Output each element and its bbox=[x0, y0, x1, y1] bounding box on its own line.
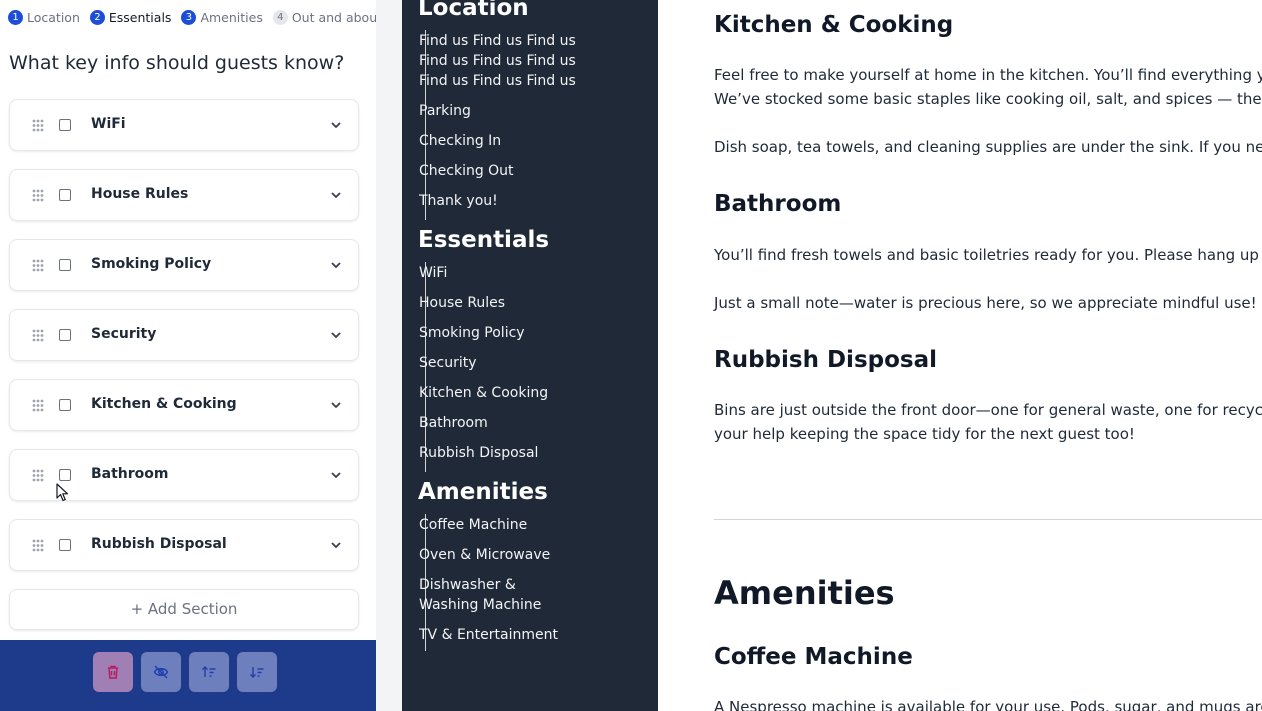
page-question: What key info should guests know? bbox=[9, 52, 345, 74]
section-title: House Rules bbox=[91, 186, 189, 202]
chevron-down-icon[interactable] bbox=[330, 469, 342, 481]
sort-ascending-button[interactable] bbox=[189, 652, 229, 692]
hide-button[interactable] bbox=[141, 652, 181, 692]
step-number: 2 bbox=[89, 9, 105, 25]
sort-descending-button[interactable] bbox=[237, 652, 277, 692]
add-section-button[interactable]: + Add Section bbox=[9, 589, 359, 630]
section-title: Security bbox=[91, 326, 157, 342]
step-number: 1 bbox=[8, 9, 23, 25]
delete-button[interactable] bbox=[93, 652, 133, 692]
bathroom-paragraph: You’ll find fresh towels and basic toile… bbox=[714, 246, 1262, 264]
nav-heading-amenities[interactable]: Amenities bbox=[418, 479, 548, 505]
drag-handle-icon[interactable] bbox=[32, 329, 44, 342]
step-location[interactable]: 1 Location bbox=[8, 9, 80, 25]
section-title: Kitchen & Cooking bbox=[91, 396, 237, 412]
step-out-and-about[interactable]: 4 Out and about bbox=[272, 9, 383, 25]
mouse-cursor-icon bbox=[56, 483, 69, 502]
chevron-down-icon[interactable] bbox=[330, 259, 342, 271]
nav-item-find-us[interactable]: Find us Find us Find us Find us Find us … bbox=[419, 31, 579, 91]
nav-item-checking-in[interactable]: Checking In bbox=[419, 131, 579, 151]
step-label: Amenities bbox=[200, 9, 263, 25]
drag-handle-icon[interactable] bbox=[32, 399, 44, 412]
nav-item-security[interactable]: Security bbox=[419, 353, 579, 373]
nav-item-thank-you[interactable]: Thank you! bbox=[419, 191, 579, 211]
section-card-rubbish-disposal[interactable]: Rubbish Disposal bbox=[9, 519, 359, 571]
nav-heading-location[interactable]: Location bbox=[418, 0, 529, 21]
section-title: Bathroom bbox=[91, 466, 169, 482]
nav-item-kitchen-cooking[interactable]: Kitchen & Cooking bbox=[419, 383, 579, 403]
kitchen-heading: Kitchen & Cooking bbox=[714, 12, 954, 38]
chevron-down-icon[interactable] bbox=[330, 119, 342, 131]
coffee-machine-heading: Coffee Machine bbox=[714, 644, 913, 670]
bulk-action-toolbar bbox=[0, 640, 376, 711]
trash-icon bbox=[108, 665, 118, 679]
nav-item-coffee-machine[interactable]: Coffee Machine bbox=[419, 515, 579, 535]
section-card-house-rules[interactable]: House Rules bbox=[9, 169, 359, 221]
section-checkbox[interactable] bbox=[59, 189, 71, 201]
rubbish-paragraph-line: Bins are just outside the front door—one… bbox=[714, 401, 1262, 419]
nav-item-parking[interactable]: Parking bbox=[419, 101, 579, 121]
nav-item-oven-microwave[interactable]: Oven & Microwave bbox=[419, 545, 579, 565]
nav-item-bathroom[interactable]: Bathroom bbox=[419, 413, 579, 433]
amenities-heading: Amenities bbox=[714, 574, 895, 612]
bathroom-paragraph: Just a small note—water is precious here… bbox=[714, 294, 1257, 312]
section-title: Rubbish Disposal bbox=[91, 536, 227, 552]
eye-off-icon bbox=[153, 665, 169, 679]
section-card-security[interactable]: Security bbox=[9, 309, 359, 361]
section-divider bbox=[714, 519, 1262, 520]
section-title: Smoking Policy bbox=[91, 256, 212, 272]
kitchen-paragraph-line: Feel free to make yourself at home in th… bbox=[714, 66, 1262, 84]
chevron-down-icon[interactable] bbox=[330, 189, 342, 201]
step-essentials[interactable]: 2 Essentials bbox=[89, 9, 172, 25]
drag-handle-icon[interactable] bbox=[32, 189, 44, 202]
rubbish-heading: Rubbish Disposal bbox=[714, 347, 937, 373]
step-label: Out and about bbox=[291, 9, 383, 25]
drag-handle-icon[interactable] bbox=[32, 259, 44, 272]
section-card-smoking-policy[interactable]: Smoking Policy bbox=[9, 239, 359, 291]
section-card-kitchen-cooking[interactable]: Kitchen & Cooking bbox=[9, 379, 359, 431]
section-card-wifi[interactable]: WiFi bbox=[9, 99, 359, 151]
step-number: 4 bbox=[272, 9, 288, 25]
step-label: Essentials bbox=[108, 9, 172, 25]
section-checkbox[interactable] bbox=[59, 119, 71, 131]
kitchen-paragraph-line: We’ve stocked some basic staples like co… bbox=[714, 90, 1262, 108]
drag-handle-icon[interactable] bbox=[32, 469, 44, 482]
step-progress: 1 Location 2 Essentials 3 Amenities 4 Ou… bbox=[8, 8, 392, 26]
sort-ascending-icon bbox=[202, 666, 216, 677]
drag-handle-icon[interactable] bbox=[32, 119, 44, 132]
step-number: 3 bbox=[181, 9, 197, 25]
panel-divider bbox=[376, 0, 402, 711]
chevron-down-icon[interactable] bbox=[330, 399, 342, 411]
section-checkbox[interactable] bbox=[59, 259, 71, 271]
section-checkbox[interactable] bbox=[59, 469, 71, 481]
guidebook-navigation: Location Find us Find us Find us Find us… bbox=[402, 0, 658, 711]
nav-item-house-rules[interactable]: House Rules bbox=[419, 293, 579, 313]
editor-panel: 1 Location 2 Essentials 3 Amenities 4 Ou… bbox=[0, 0, 382, 711]
section-title: WiFi bbox=[91, 116, 126, 132]
bathroom-heading: Bathroom bbox=[714, 191, 842, 217]
nav-item-wifi[interactable]: WiFi bbox=[419, 263, 579, 283]
sort-descending-icon bbox=[250, 667, 264, 678]
drag-handle-icon[interactable] bbox=[32, 539, 44, 552]
step-amenities[interactable]: 3 Amenities bbox=[181, 9, 263, 25]
step-label: Location bbox=[27, 9, 80, 25]
kitchen-paragraph: Dish soap, tea towels, and cleaning supp… bbox=[714, 138, 1262, 156]
section-checkbox[interactable] bbox=[59, 539, 71, 551]
section-checkbox[interactable] bbox=[59, 399, 71, 411]
nav-item-smoking-policy[interactable]: Smoking Policy bbox=[419, 323, 579, 343]
guidebook-preview: Kitchen & Cooking Feel free to make your… bbox=[658, 0, 1262, 711]
nav-item-dishwasher-washing-machine[interactable]: Dishwasher & Washing Machine bbox=[419, 575, 579, 615]
section-checkbox[interactable] bbox=[59, 329, 71, 341]
nav-item-tv-entertainment[interactable]: TV & Entertainment bbox=[419, 625, 579, 645]
nav-item-checking-out[interactable]: Checking Out bbox=[419, 161, 579, 181]
chevron-down-icon[interactable] bbox=[330, 329, 342, 341]
rubbish-paragraph-line: your help keeping the space tidy for the… bbox=[714, 425, 1135, 443]
chevron-down-icon[interactable] bbox=[330, 539, 342, 551]
nav-heading-essentials[interactable]: Essentials bbox=[418, 227, 549, 253]
coffee-machine-paragraph: A Nespresso machine is available for you… bbox=[714, 698, 1262, 711]
nav-item-rubbish-disposal[interactable]: Rubbish Disposal bbox=[419, 443, 579, 463]
